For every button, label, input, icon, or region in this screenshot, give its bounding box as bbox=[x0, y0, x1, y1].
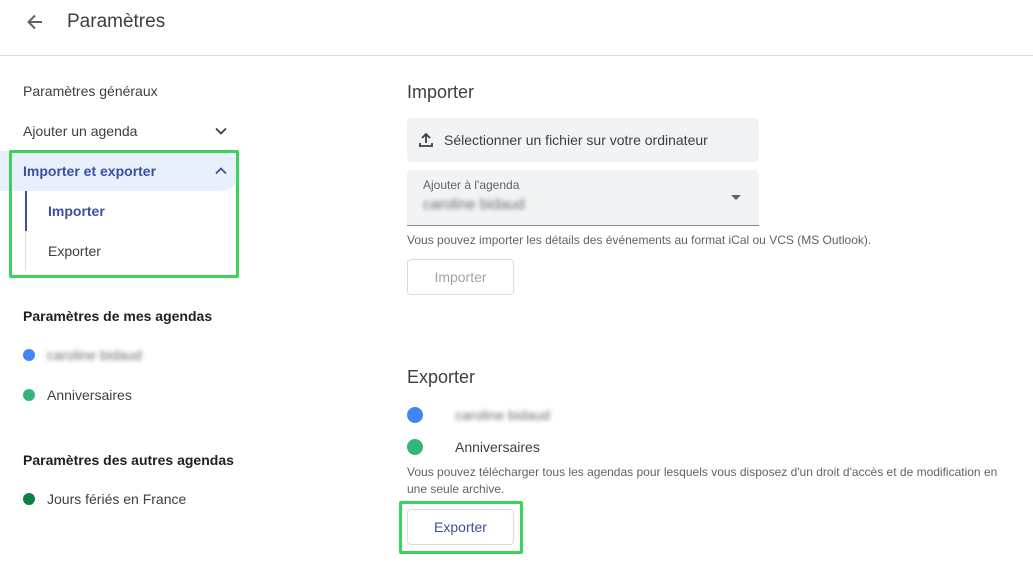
top-bar: Paramètres bbox=[0, 0, 1033, 56]
sidebar-subitem-export[interactable]: Exporter bbox=[25, 231, 239, 271]
sidebar-item-label: Importer et exporter bbox=[23, 163, 157, 179]
sidebar-subitem-label: Exporter bbox=[48, 243, 101, 259]
export-button[interactable]: Exporter bbox=[407, 509, 514, 545]
import-help-text: Vous pouvez importer les détails des évé… bbox=[407, 233, 872, 247]
calendar-name: Jours fériés en France bbox=[47, 491, 187, 507]
calendar-color-dot bbox=[23, 349, 35, 361]
sidebar-calendar-item[interactable]: Anniversaires bbox=[0, 375, 240, 415]
section-other-calendars: Paramètres des autres agendas bbox=[23, 452, 234, 468]
calendar-color-dot bbox=[407, 439, 423, 455]
dropdown-caret-icon bbox=[731, 195, 741, 200]
page-title: Paramètres bbox=[67, 11, 166, 32]
export-calendar-item: caroline bidaud bbox=[407, 403, 550, 427]
export-calendar-item: Anniversaires bbox=[407, 435, 540, 459]
export-help-text: Vous pouvez télécharger tous les agendas… bbox=[407, 465, 998, 496]
sidebar-item-import-export[interactable]: Importer et exporter bbox=[0, 151, 240, 191]
back-arrow-icon[interactable] bbox=[22, 9, 48, 35]
calendar-color-dot bbox=[23, 493, 35, 505]
select-label: Ajouter à l'agenda bbox=[423, 178, 520, 192]
select-file-button[interactable]: Sélectionner un fichier sur votre ordina… bbox=[407, 118, 759, 162]
sidebar-subitem-import[interactable]: Importer bbox=[25, 191, 239, 231]
upload-icon bbox=[419, 132, 433, 147]
sidebar-item-label: Paramètres généraux bbox=[23, 83, 158, 99]
section-my-calendars: Paramètres de mes agendas bbox=[23, 308, 213, 324]
calendar-color-dot bbox=[407, 407, 423, 423]
export-heading: Exporter bbox=[407, 367, 476, 387]
sidebar-item-label: Ajouter un agenda bbox=[23, 123, 138, 139]
chevron-up-icon bbox=[215, 167, 227, 175]
select-file-label: Sélectionner un fichier sur votre ordina… bbox=[444, 132, 708, 148]
sidebar-calendar-item[interactable]: Jours fériés en France bbox=[0, 479, 240, 519]
import-button[interactable]: Importer bbox=[407, 259, 514, 295]
calendar-select[interactable]: Ajouter à l'agenda caroline bidaud bbox=[407, 170, 759, 226]
sidebar-item-general[interactable]: Paramètres généraux bbox=[0, 71, 240, 111]
sidebar-calendar-item[interactable]: caroline bidaud bbox=[0, 335, 240, 375]
calendar-name: caroline bidaud bbox=[47, 347, 142, 363]
calendar-color-dot bbox=[23, 389, 35, 401]
chevron-down-icon bbox=[215, 127, 227, 135]
calendar-name: Anniversaires bbox=[455, 439, 540, 455]
calendar-name: Anniversaires bbox=[47, 387, 132, 403]
select-value: caroline bidaud bbox=[423, 196, 525, 213]
calendar-name: caroline bidaud bbox=[455, 407, 550, 423]
import-heading: Importer bbox=[407, 82, 475, 102]
sidebar-item-add-calendar[interactable]: Ajouter un agenda bbox=[0, 111, 240, 151]
sidebar-subitem-label: Importer bbox=[48, 203, 105, 219]
